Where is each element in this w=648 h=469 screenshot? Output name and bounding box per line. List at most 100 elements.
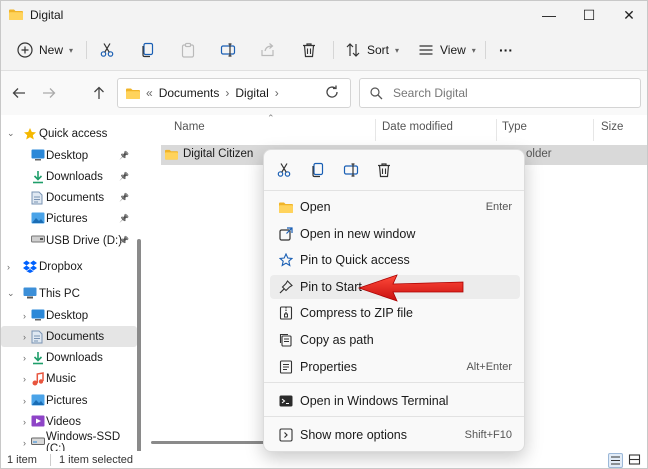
cut-button[interactable] <box>99 38 115 62</box>
view-label: View <box>440 43 466 57</box>
menu-item-properties[interactable]: Properties Alt+Enter <box>270 355 520 379</box>
pictures-icon <box>31 394 45 406</box>
folder-icon <box>9 9 23 20</box>
nav-item-dropbox[interactable]: › Dropbox <box>1 256 137 277</box>
context-rename-button[interactable] <box>341 160 361 180</box>
folder-icon <box>165 149 178 160</box>
overflow-chevron[interactable]: « <box>146 86 153 100</box>
nav-item-downloads[interactable]: Downloads 📌 <box>1 166 137 187</box>
nav-item-pictures[interactable]: › Pictures <box>1 390 137 411</box>
details-view-button[interactable] <box>608 453 623 468</box>
nav-item-desktop[interactable]: › Desktop <box>1 305 137 326</box>
new-button[interactable]: New ▾ <box>17 38 73 62</box>
forward-button[interactable] <box>39 83 59 103</box>
file-name: Digital Citizen <box>183 148 254 160</box>
maximize-button[interactable]: ☐ <box>569 1 609 29</box>
file-type: older <box>526 148 552 160</box>
chevron-right-icon[interactable]: › <box>23 417 26 427</box>
divider <box>485 41 486 59</box>
paste-button[interactable] <box>180 38 196 62</box>
column-header-type[interactable]: Type <box>502 121 527 133</box>
desktop-icon <box>31 149 45 161</box>
menu-item-open[interactable]: Open Enter <box>270 195 520 219</box>
menu-item-copy-as-path[interactable]: Copy as path <box>270 328 520 352</box>
nav-item-desktop[interactable]: Desktop 📌 <box>1 145 137 166</box>
search-box[interactable]: Search Digital <box>359 78 641 108</box>
tiles-view-icon <box>628 454 641 465</box>
nav-item-documents[interactable]: › Documents <box>1 326 137 347</box>
chevron-down-icon[interactable]: ⌄ <box>7 288 15 299</box>
column-header-name[interactable]: Name <box>174 121 205 133</box>
chevron-right-icon[interactable]: › <box>7 262 10 272</box>
breadcrumb-digital[interactable]: Digital <box>235 86 268 100</box>
menu-item-open-in-new-window[interactable]: Open in new window <box>270 222 520 246</box>
share-button[interactable] <box>260 38 276 62</box>
nav-item-downloads[interactable]: › Downloads <box>1 347 137 368</box>
nav-item-label: Desktop <box>46 149 89 162</box>
chevron-right-icon[interactable]: › <box>23 353 26 363</box>
horizontal-scrollbar[interactable] <box>151 441 271 444</box>
menu-item-shortcut: Enter <box>485 201 512 213</box>
chevron-right-icon[interactable]: › <box>23 332 26 342</box>
nav-item-label: USB Drive (D:) <box>46 234 123 247</box>
nav-item-documents[interactable]: Documents 📌 <box>1 187 137 208</box>
chevron-right-icon[interactable]: › <box>23 311 26 321</box>
navigation-row: « Documents › Digital › Search Digital <box>1 71 647 115</box>
column-header-date[interactable]: Date modified <box>382 121 453 133</box>
window-title: Digital <box>30 8 64 22</box>
context-copy-button[interactable] <box>308 160 328 180</box>
breadcrumb-separator: › <box>225 86 230 100</box>
more-options-icon <box>278 427 294 443</box>
file-explorer-window: Digital — ☐ ✕ New ▾ Sort ▾ View ▾ ··· « … <box>0 0 648 469</box>
menu-item-show-more-options[interactable]: Show more options Shift+F10 <box>270 423 520 447</box>
drive-icon <box>31 436 45 448</box>
scissors-icon <box>277 163 291 177</box>
chevron-down-icon: ▾ <box>69 45 74 55</box>
menu-item-pin-to-quick-access[interactable]: Pin to Quick access <box>270 248 520 272</box>
nav-item-usb-drive-d[interactable]: USB Drive (D:) 📌 <box>1 230 137 251</box>
menu-item-open-in-windows-terminal[interactable]: Open in Windows Terminal <box>270 389 520 413</box>
menu-item-compress-to-zip-file[interactable]: Compress to ZIP file <box>270 301 520 325</box>
trash-icon <box>378 163 390 178</box>
view-list-icon <box>419 45 433 55</box>
videos-icon <box>31 415 45 427</box>
more-button[interactable]: ··· <box>499 38 513 62</box>
rename-button[interactable] <box>220 38 236 62</box>
sort-button[interactable]: Sort ▾ <box>345 38 399 62</box>
address-bar[interactable]: « Documents › Digital › <box>117 78 351 108</box>
usb-drive-icon <box>31 234 45 246</box>
pin-icon: 📌 <box>119 193 129 202</box>
chevron-right-icon[interactable]: › <box>23 396 26 406</box>
pin-icon: 📌 <box>119 172 129 181</box>
arrow-right-icon <box>43 88 56 98</box>
nav-item-windows-ssd-c[interactable]: › Windows-SSD (C:) <box>1 431 137 455</box>
plus-circle-icon <box>17 42 33 58</box>
pin-icon: 📌 <box>119 236 129 245</box>
nav-item-music[interactable]: › Music <box>1 368 137 389</box>
copy-button[interactable] <box>140 38 156 62</box>
annotation-arrow-icon <box>357 274 464 302</box>
nav-item-pictures[interactable]: Pictures 📌 <box>1 208 137 229</box>
chevron-right-icon[interactable]: › <box>23 374 26 384</box>
tiles-view-button[interactable] <box>628 453 643 468</box>
nav-item-this-pc[interactable]: ⌄ This PC <box>1 283 137 304</box>
back-button[interactable] <box>9 83 29 103</box>
computer-icon <box>23 287 37 299</box>
breadcrumb-documents[interactable]: Documents <box>159 86 220 100</box>
refresh-button[interactable] <box>325 85 339 102</box>
minimize-button[interactable]: — <box>529 1 569 29</box>
close-button[interactable]: ✕ <box>609 1 647 29</box>
breadcrumb-separator: › <box>274 86 279 100</box>
chevron-right-icon[interactable]: › <box>23 438 26 448</box>
column-header-size[interactable]: Size <box>601 121 623 133</box>
view-button[interactable]: View ▾ <box>418 38 476 62</box>
context-cut-button[interactable] <box>274 160 294 180</box>
nav-scrollbar[interactable] <box>137 239 141 468</box>
delete-button[interactable] <box>301 38 317 62</box>
context-delete-button[interactable] <box>374 160 394 180</box>
chevron-down-icon[interactable]: ⌄ <box>7 128 15 139</box>
nav-item-quick-access[interactable]: ⌄ Quick access <box>1 123 137 144</box>
nav-item-label: Pictures <box>46 394 88 407</box>
nav-item-videos[interactable]: › Videos <box>1 411 137 432</box>
up-button[interactable] <box>89 83 109 103</box>
